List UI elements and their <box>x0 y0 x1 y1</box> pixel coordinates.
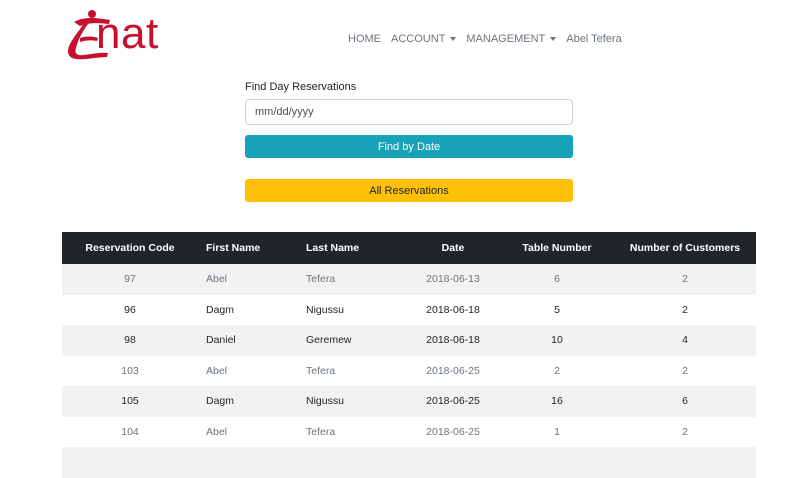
table-row: 104 Abel Tefera 2018-06-25 1 2 <box>62 416 756 447</box>
cell-first-name: Daniel <box>198 325 298 356</box>
reservations-table: Reservation Code First Name Last Name Da… <box>62 232 756 478</box>
cell-table-number: 10 <box>500 325 614 356</box>
table-row: 96 Dagm Nigussu 2018-06-18 5 2 <box>62 294 756 325</box>
date-input[interactable] <box>245 99 573 125</box>
cell-date: 2018-06-25 <box>406 416 500 447</box>
table-row: 98 Daniel Geremew 2018-06-18 10 4 <box>62 325 756 356</box>
cell-empty <box>406 447 500 478</box>
cell-last-name: Tefera <box>298 416 406 447</box>
cell-first-name: Abel <box>198 416 298 447</box>
cell-date: 2018-06-18 <box>406 294 500 325</box>
cell-customers: 2 <box>614 294 756 325</box>
nav-management-dropdown[interactable]: MANAGEMENT <box>466 33 557 45</box>
header-reservation-code: Reservation Code <box>62 232 198 264</box>
brand-wordmark: nat <box>96 9 159 58</box>
caret-down-icon <box>450 37 457 41</box>
cell-empty <box>614 447 756 478</box>
main-nav: HOME ACCOUNT MANAGEMENT Abel Tefera <box>348 31 622 47</box>
cell-last-name: Tefera <box>298 355 406 386</box>
cell-reservation-code: 105 <box>62 386 198 417</box>
cell-last-name: Geremew <box>298 325 406 356</box>
cell-reservation-code: 104 <box>62 416 198 447</box>
cell-table-number: 1 <box>500 416 614 447</box>
caret-down-icon <box>550 37 557 41</box>
header-first-name: First Name <box>198 232 298 264</box>
nav-management-label: MANAGEMENT <box>466 33 546 45</box>
table-header-row: Reservation Code First Name Last Name Da… <box>62 232 756 264</box>
all-reservations-button[interactable]: All Reservations <box>245 179 573 202</box>
nav-user-label: Abel Tefera <box>566 33 622 45</box>
table-row: 103 Abel Tefera 2018-06-25 2 2 <box>62 355 756 386</box>
cell-empty <box>62 447 198 478</box>
cell-table-number: 5 <box>500 294 614 325</box>
cell-first-name: Dagm <box>198 294 298 325</box>
cell-date: 2018-06-18 <box>406 325 500 356</box>
cell-table-number: 16 <box>500 386 614 417</box>
cell-reservation-code: 103 <box>62 355 198 386</box>
cell-reservation-code: 98 <box>62 325 198 356</box>
cell-reservation-code: 97 <box>62 264 198 295</box>
cell-empty <box>198 447 298 478</box>
nav-account-label: ACCOUNT <box>391 33 446 45</box>
cell-date: 2018-06-25 <box>406 355 500 386</box>
cell-last-name: Tefera <box>298 264 406 295</box>
cell-table-number: 6 <box>500 264 614 295</box>
header-date: Date <box>406 232 500 264</box>
cell-first-name: Abel <box>198 355 298 386</box>
header-number-of-customers: Number of Customers <box>614 232 756 264</box>
cell-empty <box>298 447 406 478</box>
table-row: 105 Dagm Nigussu 2018-06-25 16 6 <box>62 386 756 417</box>
table-row: 97 Abel Tefera 2018-06-13 6 2 <box>62 264 756 295</box>
cell-customers: 4 <box>614 325 756 356</box>
cell-customers: 2 <box>614 264 756 295</box>
cell-first-name: Dagm <box>198 386 298 417</box>
header-table-number: Table Number <box>500 232 614 264</box>
cell-first-name: Abel <box>198 264 298 295</box>
cell-customers: 6 <box>614 386 756 417</box>
cell-customers: 2 <box>614 355 756 386</box>
nav-account-dropdown[interactable]: ACCOUNT <box>391 33 457 45</box>
cell-empty <box>500 447 614 478</box>
cell-date: 2018-06-25 <box>406 386 500 417</box>
cell-table-number: 2 <box>500 355 614 386</box>
nav-user[interactable]: Abel Tefera <box>566 33 621 45</box>
cell-reservation-code: 96 <box>62 294 198 325</box>
cell-last-name: Nigussu <box>298 386 406 417</box>
header-last-name: Last Name <box>298 232 406 264</box>
nav-home-label: HOME <box>348 33 381 45</box>
nav-home[interactable]: HOME <box>348 33 381 45</box>
find-day-label: Find Day Reservations <box>245 81 357 93</box>
cell-date: 2018-06-13 <box>406 264 500 295</box>
cell-last-name: Nigussu <box>298 294 406 325</box>
table-row-partial <box>62 447 756 478</box>
find-by-date-button[interactable]: Find by Date <box>245 135 573 158</box>
cell-customers: 2 <box>614 416 756 447</box>
